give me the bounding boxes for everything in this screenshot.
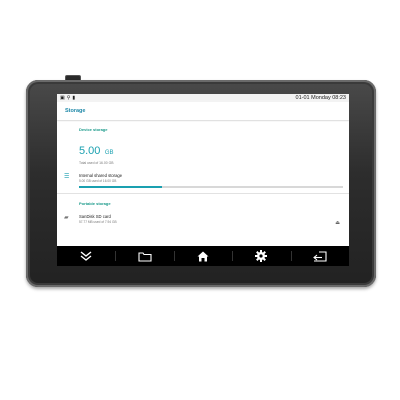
total-used-value: 5.00	[79, 145, 101, 157]
page-title: Storage	[65, 108, 86, 114]
total-storage-used: 5.00 GB	[57, 132, 349, 159]
storage-list-icon: ☰	[64, 174, 70, 180]
sd-card-item[interactable]: ▰ SanDisk SD card 57.77 MB used of 7.94 …	[57, 206, 349, 226]
status-bar: ▣ ⚲ ▮ 01-01 Monday 08:23	[57, 94, 349, 102]
sd-card-icon: ▰	[64, 214, 69, 221]
battery-icon: ▮	[72, 94, 76, 101]
status-datetime: 01-01 Monday 08:23	[295, 95, 346, 101]
sd-card-subtitle: 57.77 MB used of 7.94 GB	[79, 219, 117, 224]
home-icon[interactable]	[173, 246, 232, 266]
device-screen: ▣ ⚲ ▮ 01-01 Monday 08:23 Storage Device …	[57, 94, 349, 266]
location-icon: ⚲	[66, 94, 71, 101]
eject-icon[interactable]: ⏏	[335, 220, 340, 226]
back-icon[interactable]	[290, 246, 349, 266]
chevron-down-icon[interactable]	[57, 246, 115, 266]
device-storage-header: Device storage	[79, 127, 108, 132]
internal-storage-title: Internal shared storage	[79, 173, 123, 178]
navigation-bar	[57, 246, 349, 266]
folder-icon[interactable]	[115, 246, 173, 266]
portable-storage-header: Portable storage	[79, 200, 111, 206]
internal-storage-subtitle: 5.00 GB used of 16.00 GB	[79, 179, 117, 183]
app-bar: Storage	[57, 102, 349, 120]
sd-card-title: SanDisk SD card	[79, 213, 111, 219]
internal-storage-item[interactable]: ☰ Internal shared storage 5.00 GB used o…	[57, 165, 349, 188]
internal-storage-progress-fill	[79, 186, 162, 188]
settings-gear-icon[interactable]	[232, 246, 290, 266]
status-icons: ▣ ⚲ ▮	[60, 94, 76, 101]
image-icon: ▣	[60, 94, 65, 101]
internal-storage-progress	[79, 186, 343, 188]
total-used-unit: GB	[104, 150, 114, 156]
